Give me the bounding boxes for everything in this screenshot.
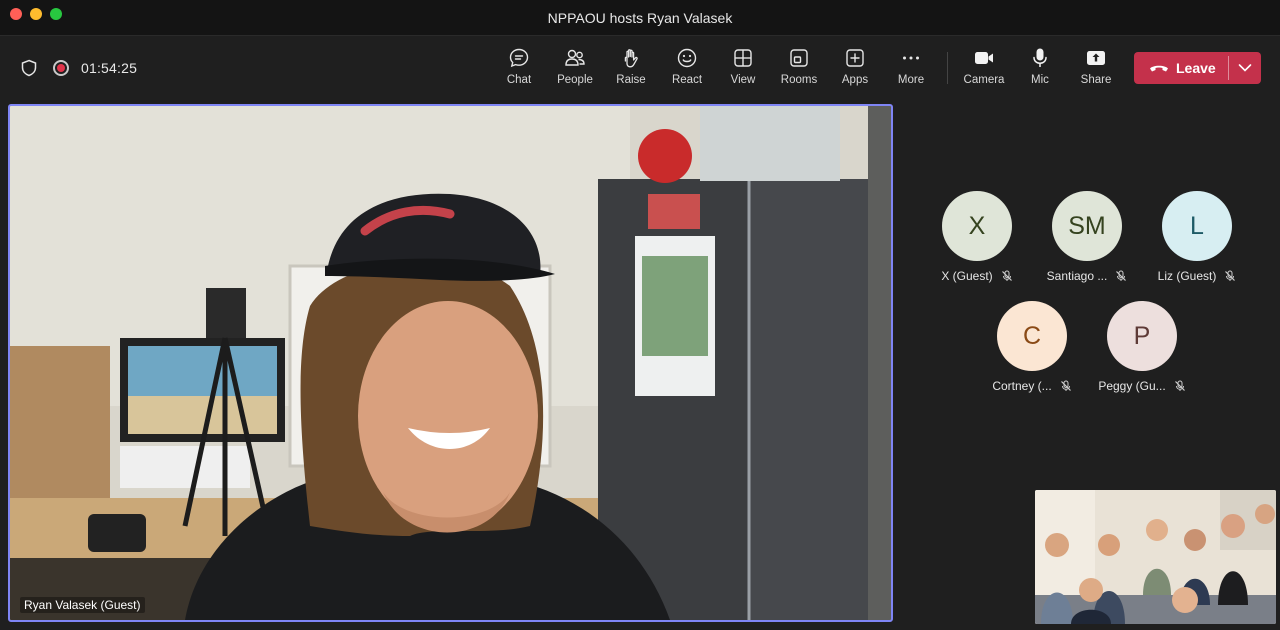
view-button[interactable]: View [715, 47, 771, 93]
more-button[interactable]: More [883, 47, 939, 93]
participant-name: Santiago ... [1046, 269, 1108, 283]
more-icon [903, 56, 919, 60]
chat-icon [509, 48, 529, 68]
participant-tile[interactable]: P Peggy (Gu... [1087, 301, 1197, 401]
active-speaker-video[interactable]: Ryan Valasek (Guest) [8, 104, 893, 622]
mic-muted-icon [1225, 270, 1236, 281]
leave-control: Leave [1134, 52, 1261, 84]
apps-button[interactable]: Apps [827, 47, 883, 93]
recording-indicator-icon [53, 60, 69, 76]
participant-name: Cortney (... [992, 379, 1052, 393]
camera-icon [975, 52, 993, 64]
mic-muted-icon [1174, 380, 1185, 391]
raise-hand-button[interactable]: Raise [603, 47, 659, 93]
apps-icon [846, 49, 864, 67]
participant-avatar: L [1162, 191, 1232, 261]
participant-name: Peggy (Gu... [1098, 379, 1166, 393]
title-bar: NPPAOU hosts Ryan Valasek [0, 0, 1280, 36]
participant-tile[interactable]: C Cortney (... [977, 301, 1087, 401]
participant-tile[interactable]: L Liz (Guest) [1142, 191, 1252, 291]
participant-name: X (Guest) [941, 269, 993, 283]
self-view-frame [1035, 490, 1276, 624]
leave-options-button[interactable] [1229, 52, 1261, 84]
participant-tile[interactable]: X X (Guest) [922, 191, 1032, 291]
raise-hand-icon [624, 49, 638, 68]
toolbar-divider [947, 52, 948, 84]
participant-avatar: C [997, 301, 1067, 371]
participant-avatar: X [942, 191, 1012, 261]
self-view-video[interactable] [1035, 490, 1276, 624]
hang-up-icon [1150, 65, 1168, 72]
people-icon [565, 49, 585, 66]
mic-icon [1033, 48, 1047, 67]
share-icon [1087, 51, 1105, 65]
window-title: NPPAOU hosts Ryan Valasek [547, 10, 733, 26]
share-button[interactable]: Share [1068, 47, 1124, 93]
participant-name: Liz (Guest) [1157, 269, 1217, 283]
mic-muted-icon [1060, 380, 1071, 391]
meeting-toolbar: 01:54:25 Chat People Raise React View Ro… [0, 37, 1280, 99]
meeting-timer: 01:54:25 [81, 60, 138, 76]
rooms-button[interactable]: Rooms [771, 47, 827, 93]
camera-button[interactable]: Camera [956, 47, 1012, 93]
leave-button[interactable]: Leave [1134, 52, 1228, 84]
chat-button[interactable]: Chat [491, 47, 547, 93]
view-icon [734, 49, 752, 67]
rooms-icon [790, 49, 808, 67]
participant-avatar: P [1107, 301, 1177, 371]
mic-button[interactable]: Mic [1012, 47, 1068, 93]
react-icon [677, 48, 697, 68]
speaker-name-label: Ryan Valasek (Guest) [20, 597, 145, 613]
chevron-down-icon [1238, 64, 1252, 72]
participant-tile[interactable]: SM Santiago ... [1032, 191, 1142, 291]
people-button[interactable]: People [547, 47, 603, 93]
mic-muted-icon [1116, 270, 1127, 281]
participant-avatar: SM [1052, 191, 1122, 261]
react-button[interactable]: React [659, 47, 715, 93]
shield-icon[interactable] [20, 59, 38, 77]
speaker-video-frame [10, 106, 891, 620]
mic-muted-icon [1001, 270, 1012, 281]
